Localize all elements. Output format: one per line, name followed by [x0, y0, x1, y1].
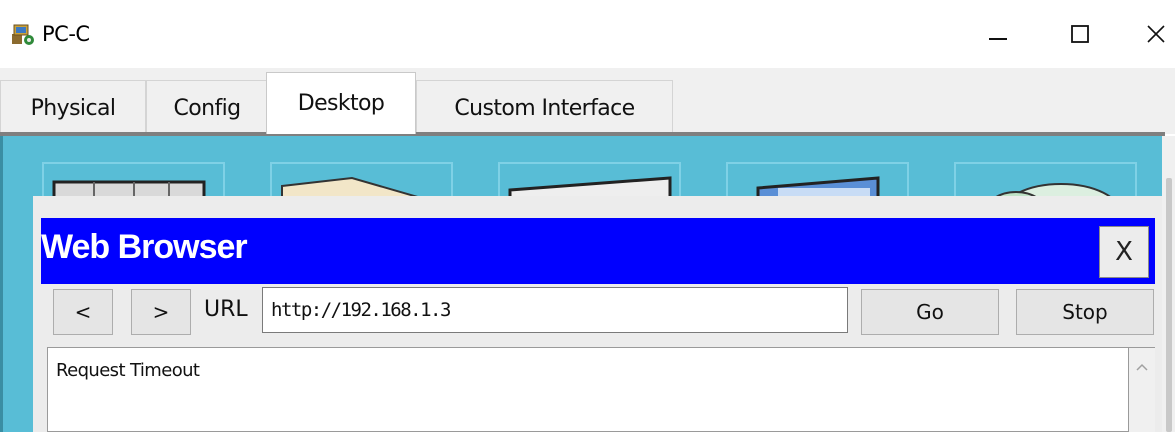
desktop-scrollbar-thumb[interactable]	[1166, 178, 1172, 432]
forward-button[interactable]: >	[131, 289, 191, 335]
tab-custom-interface[interactable]: Custom Interface	[416, 80, 673, 136]
stop-button[interactable]: Stop	[1016, 289, 1154, 335]
pc-c-app-icon	[12, 24, 34, 45]
go-button[interactable]: Go	[861, 289, 999, 335]
minimize-button[interactable]	[968, 14, 1028, 54]
close-icon	[1146, 25, 1165, 43]
window-title: PC-C	[42, 22, 90, 46]
url-label: URL	[204, 297, 248, 322]
tab-physical[interactable]: Physical	[0, 80, 146, 136]
web-browser-title: Web Browser	[41, 228, 248, 266]
browser-content-area: Request Timeout	[47, 347, 1129, 432]
web-browser-close-button[interactable]: X	[1099, 226, 1149, 278]
web-browser-titlebar: Web Browser	[41, 218, 1155, 284]
tab-config[interactable]: Config	[146, 80, 268, 136]
maximize-icon	[1071, 25, 1089, 43]
maximize-button[interactable]	[1050, 14, 1110, 54]
tab-desktop[interactable]: Desktop	[266, 72, 416, 134]
browser-content-scrollbar[interactable]	[1129, 347, 1155, 432]
browser-content-text: Request Timeout	[56, 360, 200, 381]
minimize-icon	[989, 38, 1007, 40]
window-titlebar: PC-C	[0, 0, 1175, 68]
scroll-up-icon[interactable]	[1133, 358, 1151, 376]
tab-bar: Physical Config Desktop Custom Interface	[0, 68, 1175, 136]
back-button[interactable]: <	[53, 289, 113, 335]
url-input[interactable]	[262, 287, 848, 333]
window-close-button[interactable]	[1136, 14, 1175, 54]
